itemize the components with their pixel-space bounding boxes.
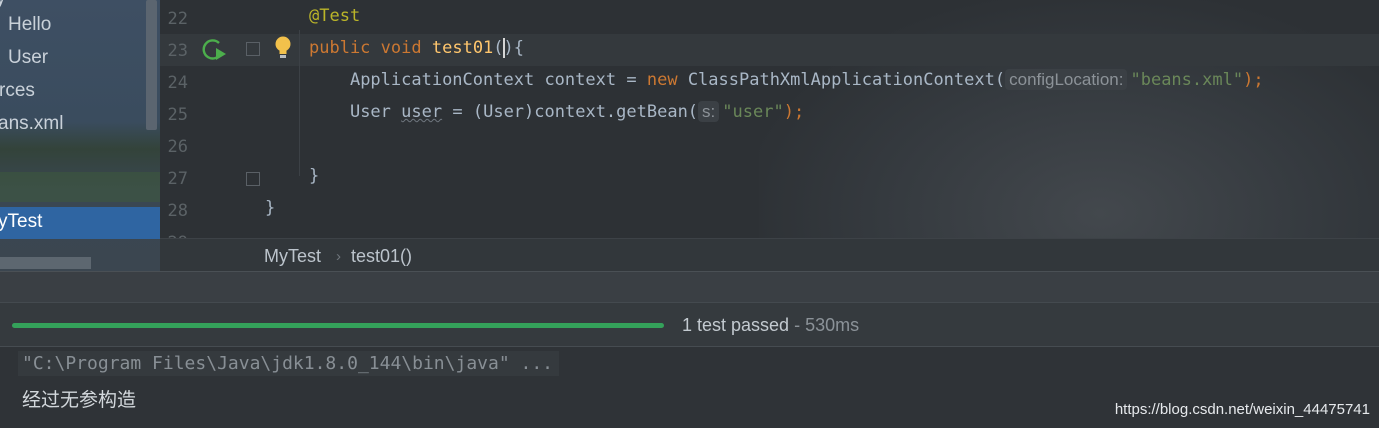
code-text: public void test01(){ bbox=[309, 38, 525, 58]
watermark: https://blog.csdn.net/weixin_44475741 bbox=[1114, 401, 1370, 418]
test-progress-bar bbox=[12, 323, 664, 328]
breadcrumb: MyTest › test01() bbox=[160, 238, 1379, 272]
code-line: 23 public void test01(){ bbox=[160, 34, 1379, 66]
code-line: 25 User user = (User)context.getBean(s: "… bbox=[160, 98, 1379, 130]
console-output[interactable]: "C:\Program Files\Java\jdk1.8.0_144\bin\… bbox=[0, 346, 1379, 428]
console-output-line: 经过无参构造 bbox=[22, 389, 137, 411]
test-status-text: 1 test passed - 530ms bbox=[682, 315, 859, 336]
test-progress-fill bbox=[12, 323, 664, 328]
breadcrumb-class[interactable]: MyTest bbox=[264, 246, 321, 267]
tree-item-user[interactable]: User bbox=[8, 47, 48, 69]
test-status-bar: 1 test passed - 530ms bbox=[0, 302, 1379, 347]
tree-item-resources[interactable]: rces bbox=[0, 80, 35, 102]
line-number: 22 bbox=[167, 9, 188, 29]
breadcrumb-method[interactable]: test01() bbox=[351, 246, 412, 267]
breadcrumb-separator-icon: › bbox=[336, 248, 341, 265]
line-number: 25 bbox=[167, 105, 188, 125]
code-text: @Test bbox=[309, 6, 361, 26]
tree-item-beans-xml[interactable]: ans.xml bbox=[0, 113, 63, 135]
code-editor[interactable]: 22 @Test 23 public void test01(){ 24 App… bbox=[160, 0, 1379, 238]
run-toolbar bbox=[0, 271, 1379, 302]
tree-item-package[interactable]: y bbox=[0, 0, 6, 10]
code-line: 22 @Test bbox=[160, 2, 1379, 34]
parameter-hint: configLocation: bbox=[1005, 69, 1128, 90]
tree-item-hello[interactable]: Hello bbox=[8, 14, 51, 36]
parameter-hint: s: bbox=[698, 101, 720, 122]
line-number: 26 bbox=[167, 137, 188, 157]
sidebar-vertical-scrollbar[interactable] bbox=[146, 0, 157, 130]
line-number: 23 bbox=[167, 41, 188, 61]
tree-item-mytest[interactable]: yTest bbox=[0, 211, 42, 233]
line-number: 24 bbox=[167, 73, 188, 93]
test-result: 1 test passed bbox=[682, 315, 790, 335]
code-text: } bbox=[265, 198, 276, 218]
background-art bbox=[0, 172, 160, 202]
line-number: 28 bbox=[167, 201, 188, 221]
code-line: 26 bbox=[160, 130, 1379, 162]
code-line: 24 ApplicationContext context = new Clas… bbox=[160, 66, 1379, 98]
code-line: 27 } bbox=[160, 162, 1379, 194]
code-line: 29 bbox=[160, 226, 1379, 238]
sidebar-horizontal-scrollbar[interactable] bbox=[0, 257, 91, 269]
code-text: } bbox=[309, 166, 320, 186]
code-text: ApplicationContext context = new ClassPa… bbox=[349, 69, 1264, 90]
line-number: 27 bbox=[167, 169, 188, 189]
code-line: 28 } bbox=[160, 194, 1379, 226]
project-tree: y Hello User rces ans.xml yTest bbox=[0, 0, 160, 271]
test-duration: - 530ms bbox=[789, 315, 860, 335]
code-text: User user = (User)context.getBean(s: "use… bbox=[349, 101, 805, 122]
console-command-line[interactable]: "C:\Program Files\Java\jdk1.8.0_144\bin\… bbox=[18, 351, 560, 376]
